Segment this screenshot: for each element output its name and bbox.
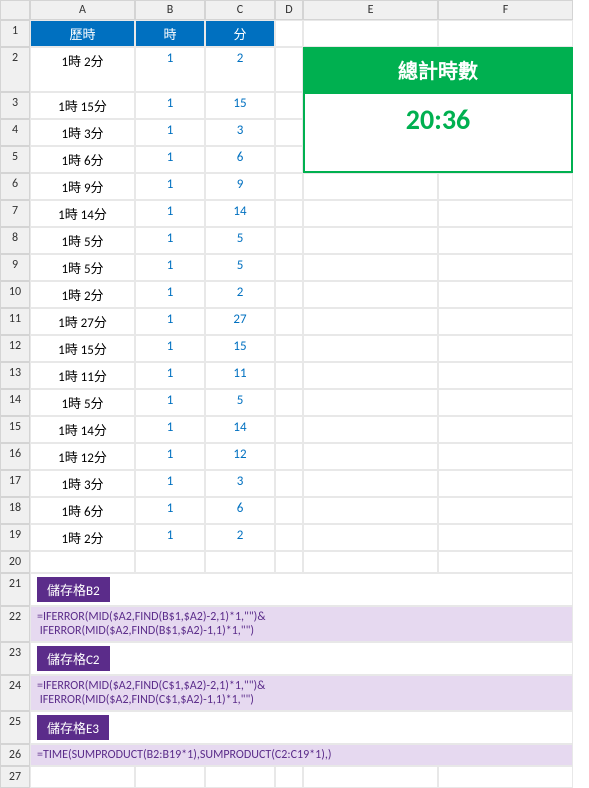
- row-header[interactable]: 17: [0, 470, 30, 497]
- row-header[interactable]: 7: [0, 200, 30, 227]
- cell-elapsed[interactable]: 1時 2分: [30, 281, 135, 308]
- cell-minute[interactable]: 3: [205, 470, 275, 497]
- cell-hour[interactable]: 1: [135, 254, 205, 281]
- cell-elapsed[interactable]: 1時 3分: [30, 119, 135, 146]
- cell-hour[interactable]: 1: [135, 335, 205, 362]
- row-header[interactable]: 9: [0, 254, 30, 281]
- row-header[interactable]: 25: [0, 711, 30, 744]
- formula-title: 儲存格C2: [37, 646, 110, 671]
- col-header[interactable]: F: [438, 0, 573, 20]
- row-header[interactable]: 6: [0, 173, 30, 200]
- cell-hour[interactable]: 1: [135, 524, 205, 551]
- row-header[interactable]: 3: [0, 92, 30, 119]
- cell-elapsed[interactable]: 1時 15分: [30, 92, 135, 119]
- cell-hour[interactable]: 1: [135, 92, 205, 119]
- total-value[interactable]: 20:36: [303, 92, 573, 173]
- cell-minute[interactable]: 14: [205, 200, 275, 227]
- cell-hour[interactable]: 1: [135, 200, 205, 227]
- formula-text[interactable]: =IFERROR(MID($A2,FIND(B$1,$A2)-2,1)*1,""…: [30, 606, 573, 642]
- row-header[interactable]: 18: [0, 497, 30, 524]
- cell-elapsed[interactable]: 1時 12分: [30, 443, 135, 470]
- row-header[interactable]: 2: [0, 47, 30, 92]
- header-hour[interactable]: 時: [135, 20, 205, 47]
- cell-hour[interactable]: 1: [135, 497, 205, 524]
- cell-minute[interactable]: 12: [205, 443, 275, 470]
- cell-elapsed[interactable]: 1時 2分: [30, 524, 135, 551]
- cell-hour[interactable]: 1: [135, 470, 205, 497]
- row-header[interactable]: 24: [0, 675, 30, 711]
- formula-title: 儲存格E3: [37, 715, 109, 740]
- row-header[interactable]: 23: [0, 642, 30, 675]
- col-header[interactable]: C: [205, 0, 275, 20]
- cell-minute[interactable]: 3: [205, 119, 275, 146]
- row-header[interactable]: 11: [0, 308, 30, 335]
- row-header[interactable]: 13: [0, 362, 30, 389]
- col-header[interactable]: D: [275, 0, 303, 20]
- cell-hour[interactable]: 1: [135, 173, 205, 200]
- cell-hour[interactable]: 1: [135, 308, 205, 335]
- cell-elapsed[interactable]: 1時 5分: [30, 227, 135, 254]
- cell-elapsed[interactable]: 1時 6分: [30, 146, 135, 173]
- cell-elapsed[interactable]: 1時 3分: [30, 470, 135, 497]
- cell-hour[interactable]: 1: [135, 47, 205, 92]
- cell-elapsed[interactable]: 1時 9分: [30, 173, 135, 200]
- formula-title: 儲存格B2: [37, 577, 110, 602]
- row-header[interactable]: 21: [0, 573, 30, 606]
- row-header[interactable]: 10: [0, 281, 30, 308]
- row-header[interactable]: 12: [0, 335, 30, 362]
- row-header[interactable]: 5: [0, 146, 30, 173]
- row-header[interactable]: 19: [0, 524, 30, 551]
- row-header[interactable]: 26: [0, 744, 30, 766]
- cell-minute[interactable]: 2: [205, 524, 275, 551]
- cell-minute[interactable]: 2: [205, 281, 275, 308]
- cell-hour[interactable]: 1: [135, 389, 205, 416]
- cell-elapsed[interactable]: 1時 15分: [30, 335, 135, 362]
- formula-text[interactable]: =IFERROR(MID($A2,FIND(C$1,$A2)-2,1)*1,""…: [30, 675, 573, 711]
- cell-minute[interactable]: 14: [205, 416, 275, 443]
- cell-minute[interactable]: 9: [205, 173, 275, 200]
- cell-hour[interactable]: 1: [135, 443, 205, 470]
- cell-elapsed[interactable]: 1時 5分: [30, 389, 135, 416]
- row-header[interactable]: 4: [0, 119, 30, 146]
- cell-elapsed[interactable]: 1時 11分: [30, 362, 135, 389]
- header-minute[interactable]: 分: [205, 20, 275, 47]
- cell-elapsed[interactable]: 1時 14分: [30, 200, 135, 227]
- header-elapsed[interactable]: 歷時: [30, 20, 135, 47]
- cell-minute[interactable]: 11: [205, 362, 275, 389]
- cell-hour[interactable]: 1: [135, 227, 205, 254]
- cell-elapsed[interactable]: 1時 2分: [30, 47, 135, 92]
- cell-elapsed[interactable]: 1時 27分: [30, 308, 135, 335]
- cell-elapsed[interactable]: 1時 6分: [30, 497, 135, 524]
- cell-hour[interactable]: 1: [135, 362, 205, 389]
- cell-minute[interactable]: 6: [205, 497, 275, 524]
- row-header[interactable]: 20: [0, 551, 30, 573]
- cell-minute[interactable]: 15: [205, 92, 275, 119]
- cell-minute[interactable]: 15: [205, 335, 275, 362]
- total-label[interactable]: 總計時數: [303, 47, 573, 92]
- cell-elapsed[interactable]: 1時 14分: [30, 416, 135, 443]
- col-header[interactable]: B: [135, 0, 205, 20]
- row-header[interactable]: 8: [0, 227, 30, 254]
- cell-minute[interactable]: 5: [205, 227, 275, 254]
- cell-hour[interactable]: 1: [135, 281, 205, 308]
- row-header[interactable]: 15: [0, 416, 30, 443]
- row-header[interactable]: 22: [0, 606, 30, 642]
- cell-minute[interactable]: 5: [205, 254, 275, 281]
- col-header[interactable]: E: [303, 0, 438, 20]
- cell-hour[interactable]: 1: [135, 119, 205, 146]
- cell-minute[interactable]: 27: [205, 308, 275, 335]
- col-header[interactable]: A: [30, 0, 135, 20]
- cell-minute[interactable]: 6: [205, 146, 275, 173]
- cell-minute[interactable]: 2: [205, 47, 275, 92]
- row-header[interactable]: 27: [0, 766, 30, 788]
- formula-text[interactable]: =TIME(SUMPRODUCT(B2:B19*1),SUMPRODUCT(C2…: [30, 744, 573, 766]
- cell-hour[interactable]: 1: [135, 146, 205, 173]
- cell-elapsed[interactable]: 1時 5分: [30, 254, 135, 281]
- row-header[interactable]: 14: [0, 389, 30, 416]
- row-header[interactable]: 16: [0, 443, 30, 470]
- cell-hour[interactable]: 1: [135, 416, 205, 443]
- cell-minute[interactable]: 5: [205, 389, 275, 416]
- row-header[interactable]: 1: [0, 20, 30, 47]
